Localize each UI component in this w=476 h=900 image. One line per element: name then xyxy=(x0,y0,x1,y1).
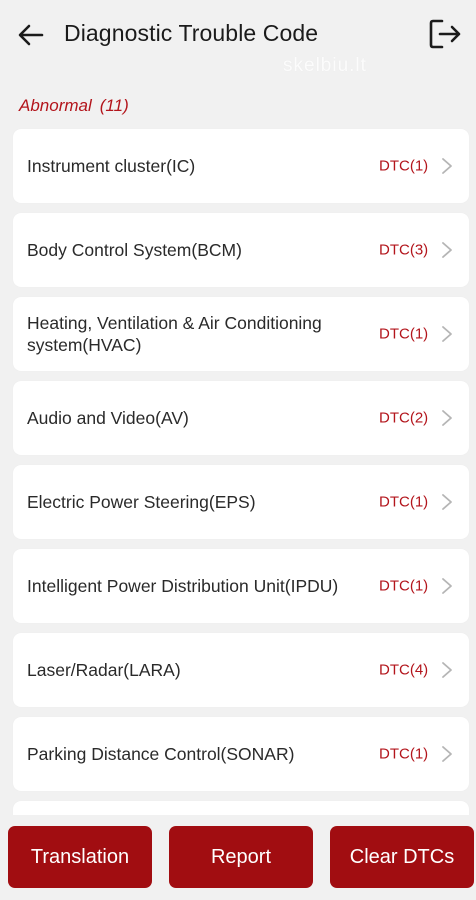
list-item[interactable]: Intelligent Power Distribution Unit(IPDU… xyxy=(13,549,469,623)
module-name: Electric Power Steering(EPS) xyxy=(27,492,256,512)
clear-dtcs-button[interactable]: Clear DTCs xyxy=(330,826,474,888)
dtc-count: DTC(1) xyxy=(379,157,429,175)
dtc-count: DTC(1) xyxy=(379,577,429,595)
back-button[interactable] xyxy=(14,18,48,52)
app-header: Diagnostic Trouble Code skelbiu.lt xyxy=(0,0,476,76)
chevron-right-icon xyxy=(442,662,452,678)
chevron-right-icon xyxy=(442,746,452,762)
watermark: skelbiu.lt xyxy=(283,55,367,76)
dtc-count: DTC(1) xyxy=(379,325,429,343)
module-name: Instrument cluster(IC) xyxy=(27,156,196,176)
dtc-count: DTC(1) xyxy=(379,745,429,763)
list-item[interactable]: Heating, Ventilation & Air Conditioning … xyxy=(13,297,469,371)
section-heading: Abnormal (11) xyxy=(19,96,129,116)
module-name: Intelligent Power Distribution Unit(IPDU… xyxy=(27,576,339,596)
section-label: Abnormal xyxy=(19,96,92,115)
report-button[interactable]: Report xyxy=(169,826,313,888)
section-count: (11) xyxy=(99,96,129,115)
list-item[interactable]: Instrument cluster(IC) DTC(1) xyxy=(13,129,469,203)
dtc-count: DTC(4) xyxy=(379,661,429,679)
chevron-right-icon xyxy=(442,578,452,594)
page-title: Diagnostic Trouble Code xyxy=(64,20,319,46)
action-bar: Translation Report Clear DTCs xyxy=(0,815,476,900)
chevron-right-icon xyxy=(442,326,452,342)
dtc-count: DTC(1) xyxy=(379,493,429,511)
list-item[interactable]: Audio and Video(AV) DTC(2) xyxy=(13,381,469,455)
chevron-right-icon xyxy=(442,410,452,426)
module-name: Laser/Radar(LARA) xyxy=(27,660,181,680)
module-name: Heating, Ventilation & Air Conditioning … xyxy=(27,313,322,355)
exit-icon xyxy=(429,19,461,49)
dtc-count: DTC(2) xyxy=(379,409,429,427)
chevron-right-icon xyxy=(442,494,452,510)
list-item[interactable]: Electric Power Steering(EPS) DTC(1) xyxy=(13,465,469,539)
dtc-count: DTC(3) xyxy=(379,241,429,259)
chevron-right-icon xyxy=(442,242,452,258)
module-name: Body Control System(BCM) xyxy=(27,240,242,260)
module-name: Parking Distance Control(SONAR) xyxy=(27,744,295,764)
exit-button[interactable] xyxy=(426,16,464,52)
list-item[interactable]: Body Control System(BCM) DTC(3) xyxy=(13,213,469,287)
chevron-right-icon xyxy=(442,158,452,174)
module-name: Audio and Video(AV) xyxy=(27,408,189,428)
module-list: Instrument cluster(IC) DTC(1) Body Contr… xyxy=(13,129,469,885)
list-item[interactable]: Laser/Radar(LARA) DTC(4) xyxy=(13,633,469,707)
list-item[interactable]: Parking Distance Control(SONAR) DTC(1) xyxy=(13,717,469,791)
arrow-left-icon xyxy=(18,24,44,46)
translation-button[interactable]: Translation xyxy=(8,826,152,888)
